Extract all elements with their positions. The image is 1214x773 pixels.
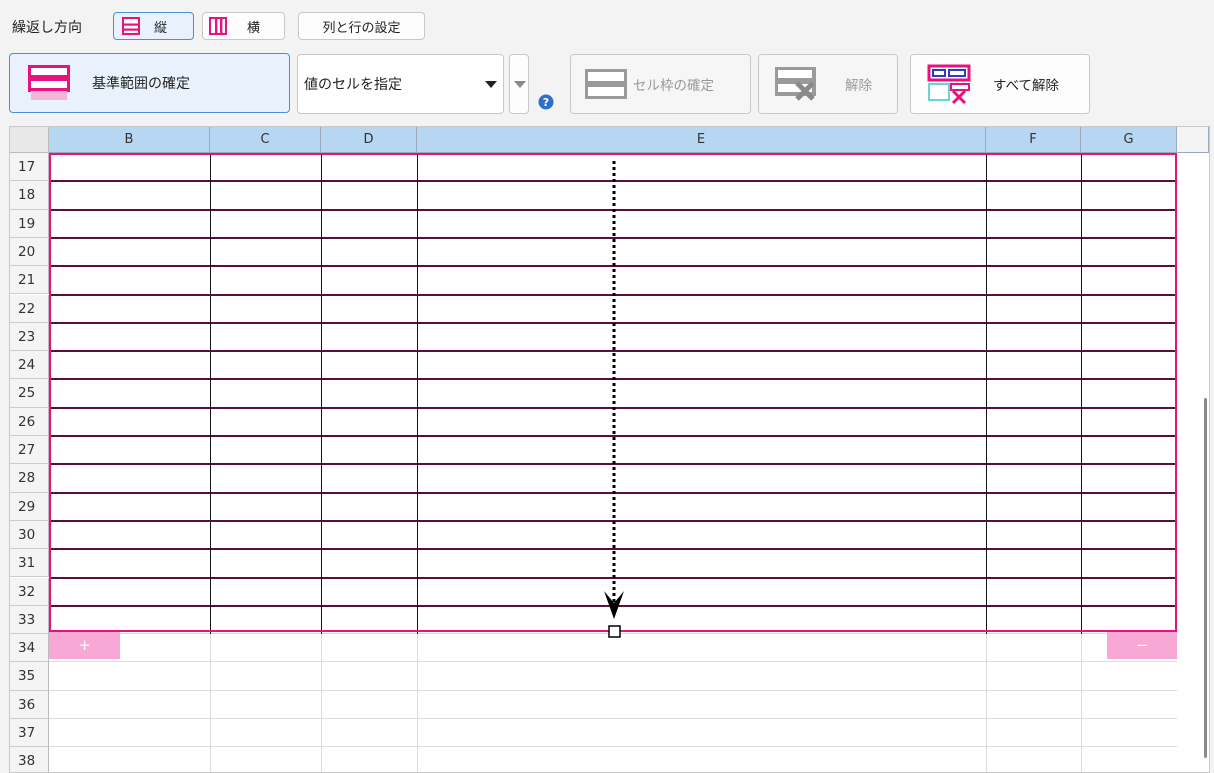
- release-button[interactable]: 解除: [758, 54, 898, 114]
- vertical-direction-label: 縦: [154, 20, 168, 36]
- confirm-cell-frame-label: セル枠の確定: [633, 78, 714, 94]
- row-header-24[interactable]: 24: [10, 351, 49, 380]
- remove-repeat-label: −: [1135, 636, 1149, 654]
- chevron-down-icon: [514, 81, 526, 88]
- row-header-29[interactable]: 29: [10, 492, 49, 521]
- column-gridline: [210, 634, 211, 772]
- row-header-23[interactable]: 23: [10, 322, 49, 352]
- confirm-cell-frame-button[interactable]: セル枠の確定: [570, 54, 751, 114]
- row-header-38[interactable]: 38: [10, 747, 49, 772]
- direction-label: 繰返し方向: [12, 20, 82, 36]
- value-cell-select[interactable]: 値のセルを指定: [297, 54, 504, 114]
- column-header-g[interactable]: G: [1081, 127, 1177, 153]
- row-header-31[interactable]: 31: [10, 549, 49, 578]
- row-header-22[interactable]: 22: [10, 294, 49, 323]
- select-all-corner[interactable]: [10, 127, 49, 153]
- svg-text:?: ?: [543, 96, 549, 109]
- row-header-20[interactable]: 20: [10, 237, 49, 267]
- vertical-scrollbar[interactable]: [1204, 398, 1207, 758]
- column-gridline: [417, 634, 418, 772]
- row-header-18[interactable]: 18: [10, 181, 49, 210]
- row-gridline: [49, 718, 1177, 719]
- release-icon: [774, 66, 817, 101]
- add-repeat-label: +: [78, 636, 91, 654]
- row-gridline: [49, 661, 1177, 663]
- row-header-26[interactable]: 26: [10, 407, 49, 436]
- release-all-button[interactable]: すべて解除: [910, 54, 1090, 114]
- value-cell-select-value: 値のセルを指定: [304, 77, 402, 93]
- column-row-settings-label: 列と行の設定: [322, 20, 401, 36]
- row-header-19[interactable]: 19: [10, 209, 49, 238]
- column-header-e[interactable]: E: [417, 127, 986, 153]
- column-gridline: [986, 634, 987, 772]
- column-gridline: [1081, 634, 1082, 772]
- row-header-34[interactable]: 34: [10, 634, 49, 663]
- column-header-filler: [1177, 127, 1209, 153]
- row-gridline: [49, 689, 1177, 691]
- cell-frame-icon: [584, 68, 628, 100]
- release-all-icon: [927, 64, 971, 105]
- row-header-36[interactable]: 36: [10, 690, 49, 719]
- row-header-30[interactable]: 30: [10, 520, 49, 550]
- row-header-33[interactable]: 33: [10, 605, 49, 635]
- row-header-37[interactable]: 37: [10, 719, 49, 748]
- horizontal-direction-label: 横: [247, 20, 261, 36]
- column-header-c[interactable]: C: [210, 127, 321, 153]
- row-header-28[interactable]: 28: [10, 464, 49, 493]
- help-icon[interactable]: ?: [538, 94, 554, 110]
- vertical-direction-button[interactable]: 縦: [113, 12, 194, 40]
- column-header-d[interactable]: D: [321, 127, 417, 153]
- row-header-32[interactable]: 32: [10, 577, 49, 606]
- horizontal-direction-icon: [209, 17, 227, 35]
- row-header-35[interactable]: 35: [10, 662, 49, 691]
- column-row-settings-button[interactable]: 列と行の設定: [298, 12, 425, 40]
- add-repeat-button[interactable]: +: [49, 632, 120, 659]
- row-header-21[interactable]: 21: [10, 266, 49, 295]
- release-label: 解除: [845, 78, 872, 94]
- repeat-direction-arrow: [604, 161, 624, 638]
- row-header-25[interactable]: 25: [10, 379, 49, 408]
- row-gridline: [49, 746, 1177, 748]
- row-header-17[interactable]: 17: [10, 153, 49, 182]
- base-range-icon: [27, 64, 71, 101]
- vertical-direction-icon: [122, 17, 140, 35]
- release-all-label: すべて解除: [993, 78, 1060, 94]
- extra-dropdown-button[interactable]: [509, 54, 529, 114]
- column-header-f[interactable]: F: [986, 127, 1081, 153]
- column-header-b[interactable]: B: [49, 127, 210, 153]
- column-gridline: [321, 634, 322, 772]
- remove-repeat-button[interactable]: −: [1107, 632, 1177, 659]
- confirm-base-range-button[interactable]: 基準範囲の確定: [9, 53, 290, 113]
- spreadsheet-grid[interactable]: BCDEFG 17 18 19 20 21 22 23 24 25 26 27 28 29 30 31 32 3…: [9, 126, 1210, 773]
- confirm-base-range-label: 基準範囲の確定: [92, 76, 190, 92]
- horizontal-direction-button[interactable]: 横: [202, 12, 285, 40]
- row-header-27[interactable]: 27: [10, 436, 49, 465]
- dropdown-arrow-icon: [485, 81, 497, 88]
